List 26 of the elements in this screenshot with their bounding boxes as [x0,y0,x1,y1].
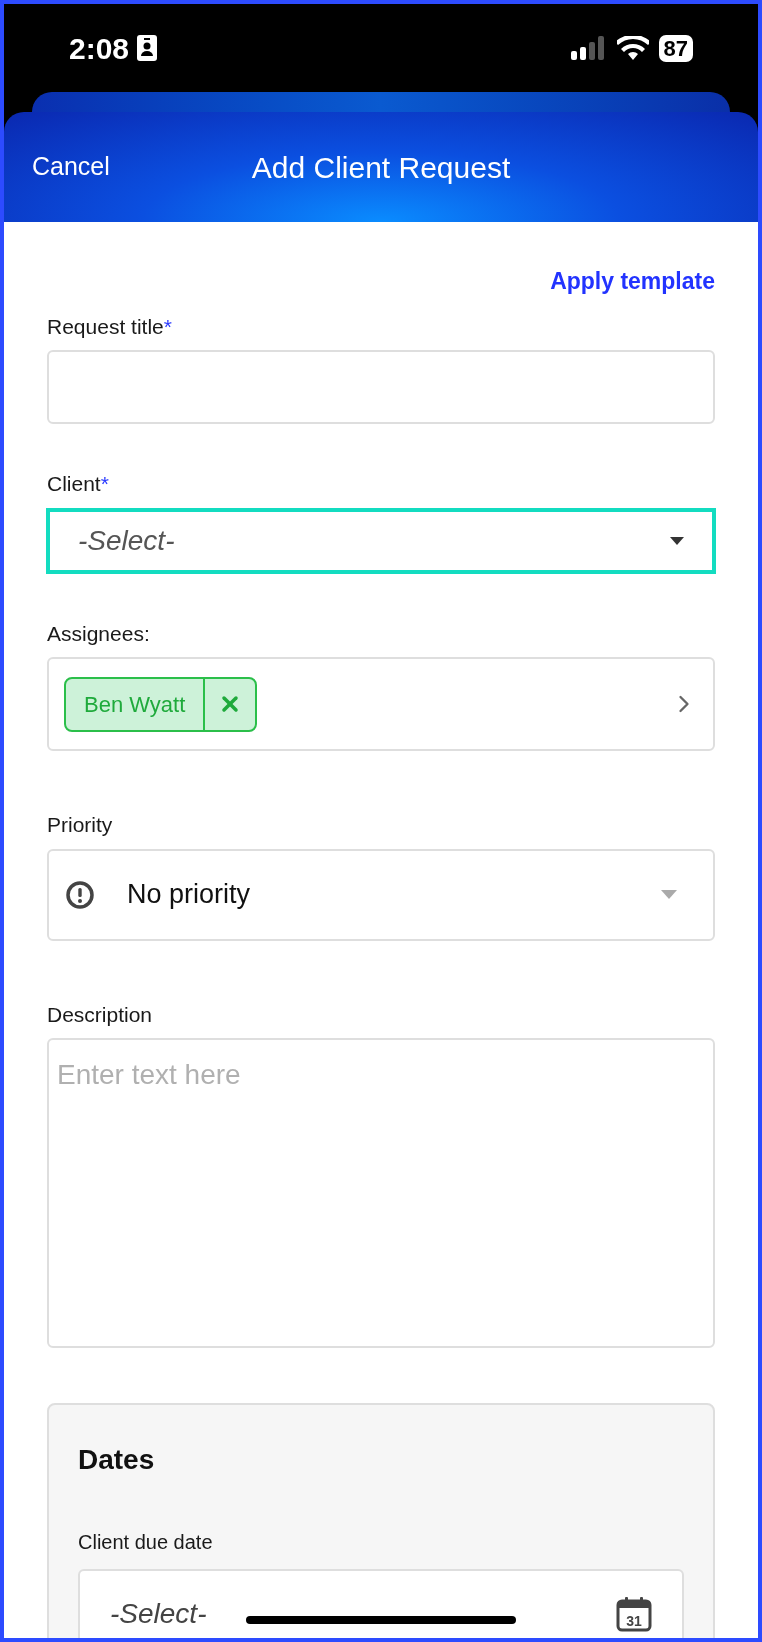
status-time: 2:08 [69,30,130,67]
exclamation-circle-icon [65,879,95,910]
description-textarea[interactable]: Enter text here [47,1038,715,1348]
field-label: Client due date [78,1530,214,1555]
field-label: Assignees: [47,620,151,647]
cancel-button[interactable]: Cancel [32,148,110,186]
wifi-icon [616,36,649,60]
text-input[interactable] [47,350,715,424]
field-label: Client* [47,471,110,497]
client-select[interactable]: -Select- [46,507,716,574]
field-label: Request title* [47,313,173,340]
dropdown-caret-icon [670,536,684,545]
apply-template-link[interactable]: Apply template [550,264,715,299]
battery-indicator: 87 [658,34,693,62]
calendar-icon: 31 [616,1596,652,1632]
assignee-chip: Ben Wyatt [64,676,258,732]
dates-title: Dates [78,1443,156,1477]
signal-icon [570,36,607,60]
screen-title: Add Client Request [251,149,511,186]
field-label: Description [47,1001,154,1028]
priority-value: No priority [127,878,252,912]
field-label: Priority [47,812,114,838]
dropdown-caret-icon [661,890,677,899]
priority-select[interactable]: No priority [47,848,715,941]
date-select[interactable]: -Select- 31 [78,1569,684,1638]
id-badge-icon [137,35,158,61]
